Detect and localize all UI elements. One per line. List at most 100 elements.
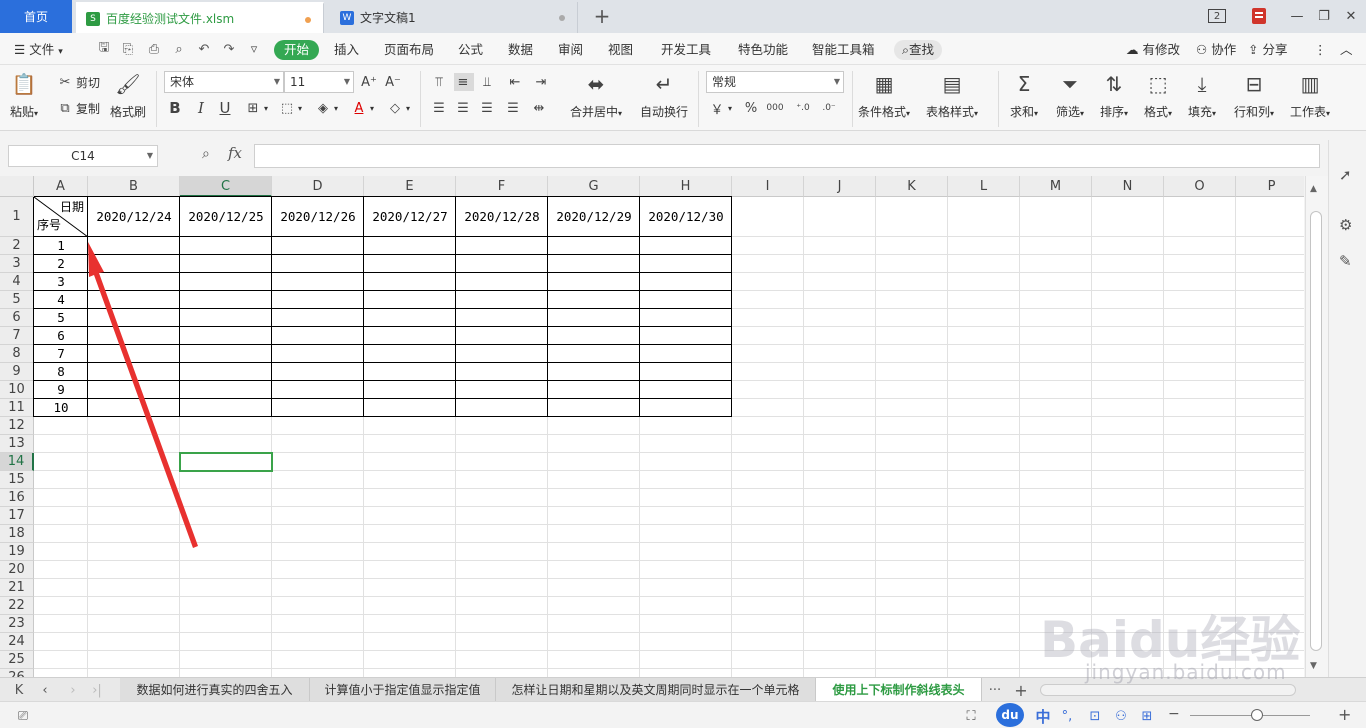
toolbox-icon[interactable]: ⊡ [1086,707,1104,725]
sum-button[interactable]: Σ 求和▾ [1010,71,1038,120]
home-tab[interactable]: 首页 [0,0,72,33]
grid-apps-icon[interactable]: ⊞ [1138,707,1156,725]
more-sheets-button[interactable]: ··· [986,680,1004,700]
decrease-decimal-button[interactable]: .0⁻ [820,99,840,117]
justify-button[interactable]: ☰ [504,99,524,117]
worksheet-button[interactable]: ▥ 工作表▾ [1290,71,1330,120]
print-icon[interactable]: ⎙ [146,41,162,57]
menu-insert[interactable]: 插入 [334,40,359,60]
cut-button[interactable]: ✂ 剪切 [56,73,100,91]
menu-features[interactable]: 特色功能 [738,40,788,60]
export-icon[interactable]: ⎘ [120,41,136,57]
punctuation-icon[interactable]: °, [1058,707,1076,725]
collapse-ribbon-button[interactable]: ︿ [1340,40,1353,60]
row-col-button[interactable]: ⊟ 行和列▾ [1234,71,1274,120]
font-name-select[interactable]: 宋体 ▼ [164,71,284,93]
print-preview-icon[interactable]: ⌕ [171,41,187,57]
window-count-button[interactable]: 2 [1206,6,1228,26]
select-cursor-icon[interactable]: ➚ [1339,166,1352,184]
fill-color-button[interactable]: ◈ ▾ [314,99,338,117]
paste-button[interactable]: 📋 粘贴▾ [10,71,38,120]
table-style-button[interactable]: ▤ 表格样式▾ [926,71,978,120]
decrease-font-button[interactable]: A⁻ [384,73,404,91]
italic-button[interactable]: I [192,99,212,117]
align-bottom-button[interactable]: ⫫ [478,73,498,91]
zoom-in-button[interactable]: + [1338,705,1351,724]
spreadsheet-grid[interactable]: ABCDEFGHIJKLMNOP 1 2 3 4 5 6 7 8 9 10 11 12 13 14 15 16… [0,176,1304,677]
prev-sheet-button[interactable]: ‹ [36,680,54,700]
conditional-format-button[interactable]: ▦ 条件格式▾ [858,71,910,120]
clear-button[interactable]: ◇ ▾ [386,99,410,117]
align-top-button[interactable]: ⫪ [430,73,450,91]
fill-button[interactable]: ⤓ 填充▾ [1188,71,1216,120]
menu-page-layout[interactable]: 页面布局 [384,40,434,60]
customize-icon[interactable]: ▿ [246,41,262,57]
filter-button[interactable]: ⏷ 筛选▾ [1056,71,1084,120]
close-button[interactable]: ✕ [1340,6,1362,26]
restore-button[interactable]: ❐ [1313,6,1335,26]
align-center-button[interactable]: ☰ [454,99,474,117]
copy-button[interactable]: ⧉ 复制 [56,99,100,117]
tab-spreadsheet[interactable]: S 百度经验测试文件.xlsm [76,2,324,33]
sheet-tab-active[interactable]: 使用上下标制作斜线表头 [816,678,982,702]
outdent-button[interactable]: ⇤ [506,73,526,91]
next-sheet-button[interactable]: › [64,680,82,700]
menu-developer[interactable]: 开发工具 [661,40,711,60]
macro-record-icon[interactable]: ⎚ [14,707,32,725]
first-sheet-button[interactable]: K [10,680,28,700]
zoom-slider-track[interactable] [1190,715,1310,716]
formula-input[interactable] [254,144,1320,168]
percent-button[interactable]: % [742,99,762,117]
ime-chinese-button[interactable]: 中 [1034,707,1052,726]
sheet-tab-2[interactable]: 计算值小于指定值显示指定值 [310,678,496,702]
number-format-select[interactable]: 常规 ▼ [706,71,844,93]
menu-formula[interactable]: 公式 [458,40,483,60]
selected-cell[interactable] [179,452,273,472]
fullscreen-icon[interactable]: ⛶ [962,707,980,725]
increase-decimal-button[interactable]: ⁺.0 [794,99,814,117]
align-right-button[interactable]: ☰ [478,99,498,117]
scrollbar-thumb[interactable] [1310,211,1322,651]
undo-icon[interactable]: ↶ [196,41,212,57]
thousands-button[interactable]: 000 [766,99,786,117]
name-box[interactable]: C14 ▼ [8,145,158,167]
changes-button[interactable]: ☁ 有修改 [1126,40,1180,60]
file-menu[interactable]: ☰ 文件 ▾ [14,40,63,60]
menu-data[interactable]: 数据 [508,40,533,60]
settings-sliders-icon[interactable]: ⚙ [1339,216,1352,234]
menu-view[interactable]: 视图 [608,40,633,60]
merge-center-button[interactable]: ⬌ 合并居中▾ [570,71,622,120]
sheet-tab-1[interactable]: 数据如何进行真实的四舍五入 [120,678,310,702]
insert-function-button[interactable]: fx [228,144,242,162]
share-button[interactable]: ⇪ 分享 [1248,40,1287,60]
bold-button[interactable]: B [166,99,186,117]
indent-button[interactable]: ⇥ [532,73,552,91]
redo-icon[interactable]: ↷ [221,41,237,57]
search-button[interactable]: ⌕查找 [894,40,943,60]
more-options-button[interactable]: ⋮ [1314,40,1327,60]
vertical-scrollbar[interactable]: ▲ ▼ [1305,176,1328,677]
new-tab-button[interactable]: + [590,4,614,28]
font-size-select[interactable]: 11 ▼ [284,71,354,93]
format-painter-button[interactable]: 🖌 格式刷 [110,71,146,120]
distribute-button[interactable]: ⇹ [530,99,550,117]
align-middle-button[interactable]: ≡ [454,73,474,91]
add-sheet-button[interactable]: + [1012,680,1030,700]
align-left-button[interactable]: ☰ [430,99,450,117]
clipboard-panel-icon[interactable]: ✎ [1339,252,1352,270]
zoom-out-button[interactable]: − [1168,706,1180,722]
zoom-formula-icon[interactable]: ⌕ [202,146,210,162]
baidu-du-icon[interactable]: du [996,703,1024,727]
last-sheet-button[interactable]: ›| [88,680,106,700]
user-icon[interactable]: ⚇ [1112,707,1130,725]
format-button[interactable]: ⬚ 格式▾ [1144,71,1172,120]
cell-style-button[interactable]: ⬚ ▾ [278,99,302,117]
currency-button[interactable]: ￥ ▾ [708,99,732,118]
scroll-down-icon[interactable]: ▼ [1310,661,1317,671]
minimize-button[interactable]: — [1286,6,1308,26]
underline-button[interactable]: U [216,99,236,117]
sort-button[interactable]: ⇅ 排序▾ [1100,71,1128,120]
zoom-slider-knob[interactable] [1251,709,1263,721]
wrap-text-button[interactable]: ↵ 自动换行 [640,71,688,120]
sheet-tab-3[interactable]: 怎样让日期和星期以及英文周期同时显示在一个单元格 [496,678,816,702]
